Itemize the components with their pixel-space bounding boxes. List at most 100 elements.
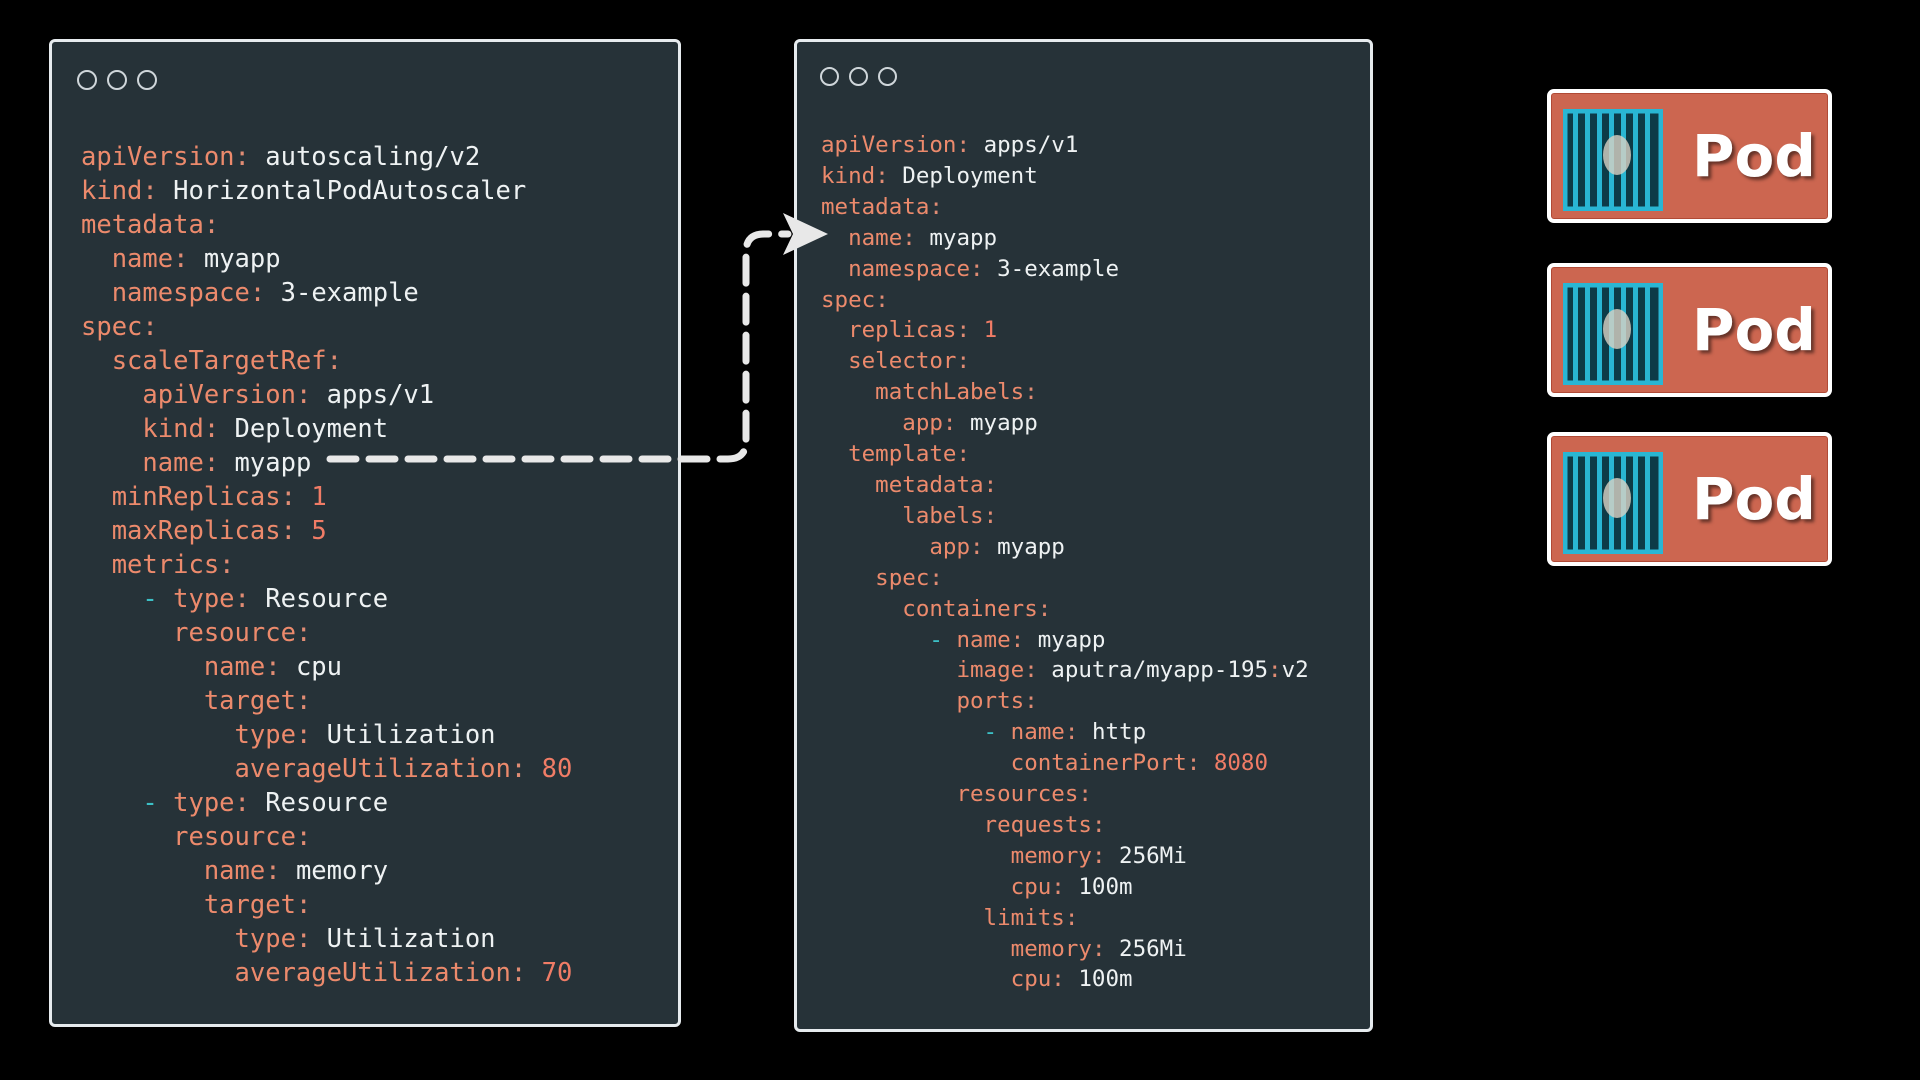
code-token: :: [295, 822, 312, 852]
code-token: metadata: [821, 193, 930, 220]
code-token: :: [970, 533, 998, 560]
code-token: :: [875, 286, 889, 313]
code-line: app: myapp: [821, 408, 1309, 439]
code-line: image: aputra/myapp-195:v2: [821, 655, 1308, 686]
code-token: Resource: [265, 584, 389, 614]
code-token: template: [821, 441, 957, 468]
code-line: name: myapp: [81, 446, 572, 480]
code-token: 256Mi: [1119, 842, 1187, 869]
code-token: cpu: [295, 652, 343, 682]
code-line: requests:: [821, 810, 1309, 841]
code-line: replicas: 1: [821, 315, 1309, 346]
code-line: name: myapp: [821, 223, 1309, 254]
code-token: requests: [821, 811, 1092, 838]
code-token: myapp: [970, 410, 1038, 437]
code-token: Deployment: [234, 414, 389, 444]
code-token: -: [81, 788, 174, 818]
code-token: name: [956, 626, 1011, 653]
code-line: kind: Deployment: [821, 161, 1309, 192]
code-token: :: [983, 471, 998, 498]
code-token: kind: [81, 414, 204, 444]
pod-label: Pod: [1692, 122, 1816, 190]
code-token: ports: [821, 688, 1025, 715]
code-token: averageUtilization: [81, 754, 511, 784]
code-token: name: [81, 448, 204, 478]
code-line: kind: HorizontalPodAutoscaler: [81, 174, 572, 208]
code-token: spec: [81, 312, 143, 342]
code-line: - type: Resource: [81, 786, 572, 820]
code-token: kind: [81, 176, 143, 206]
code-token: cpu: [821, 966, 1052, 993]
window-controls: [77, 70, 157, 90]
code-token: :: [234, 584, 266, 614]
code-line: name: cpu: [81, 650, 572, 684]
code-token: -: [821, 626, 957, 653]
code-line: scaleTargetRef:: [81, 344, 572, 378]
code-token: labels: [821, 502, 984, 529]
hpa-yaml-window: apiVersion: autoscaling/v2 kind: Horizont…: [49, 39, 681, 1027]
code-line: name: myapp: [81, 242, 572, 276]
code-line: name: memory: [81, 854, 572, 888]
pod-box: Pod: [1547, 89, 1832, 223]
window-dot-icon: [878, 67, 897, 86]
code-token: :: [295, 618, 312, 648]
code-token: :: [1024, 657, 1052, 684]
code-token: :: [1051, 966, 1079, 993]
code-token: 256Mi: [1119, 935, 1187, 962]
code-token: :: [265, 856, 296, 886]
code-token: cpu: [821, 873, 1052, 900]
code-token: :: [326, 346, 342, 376]
code-token: myapp: [997, 533, 1065, 560]
pod-cage-icon: [1563, 452, 1663, 554]
code-token: :: [1078, 781, 1092, 808]
code-token: 5: [311, 516, 327, 546]
code-token: :: [1024, 688, 1038, 715]
code-line: cpu: 100m: [821, 964, 1309, 995]
code-token: :: [219, 550, 235, 580]
code-line: resource:: [81, 616, 572, 650]
code-line: type: Utilization: [81, 922, 572, 956]
code-token: http: [1091, 719, 1147, 746]
code-token: :: [1064, 719, 1092, 746]
code-token: :: [510, 754, 542, 784]
code-token: :: [1024, 379, 1038, 406]
code-token: :: [295, 924, 327, 954]
code-token: :: [956, 348, 971, 375]
code-token: replicas: [821, 317, 957, 344]
code-token: target: [81, 686, 296, 716]
code-token: 100m: [1078, 966, 1133, 993]
code-token: type: [173, 788, 235, 818]
code-token: :: [1091, 935, 1120, 962]
code-line: cpu: 100m: [821, 872, 1309, 903]
code-token: Utilization: [326, 924, 496, 954]
code-line: minReplicas: 1: [81, 480, 572, 514]
code-token: memory: [821, 842, 1092, 869]
window-dot-icon: [107, 70, 127, 90]
window-dot-icon: [820, 67, 839, 86]
code-token: spec: [821, 286, 876, 313]
code-line: maxReplicas: 5: [81, 514, 572, 548]
code-token: :: [142, 176, 174, 206]
code-token: name: [821, 224, 903, 251]
code-token: :: [295, 720, 327, 750]
code-token: :: [234, 142, 266, 172]
code-token: metrics: [81, 550, 220, 580]
code-token: namespace: [81, 278, 250, 308]
code-line: containers:: [821, 594, 1309, 625]
code-line: type: Utilization: [81, 718, 572, 752]
code-token: apps/v1: [326, 380, 435, 410]
code-token: :: [1091, 842, 1120, 869]
code-token: myapp: [1037, 626, 1106, 653]
code-line: resource:: [81, 820, 572, 854]
code-token: myapp: [234, 448, 312, 478]
code-token: -: [81, 584, 174, 614]
code-token: resource: [81, 618, 296, 648]
code-line: kind: Deployment: [81, 412, 572, 446]
code-token: 8080: [1213, 750, 1269, 777]
code-token: :: [1010, 626, 1038, 653]
code-token: :: [1064, 904, 1079, 931]
code-token: :: [280, 516, 312, 546]
code-token: 70: [541, 958, 573, 988]
code-token: Utilization: [326, 720, 496, 750]
code-token: autoscaling/v2: [265, 142, 481, 172]
